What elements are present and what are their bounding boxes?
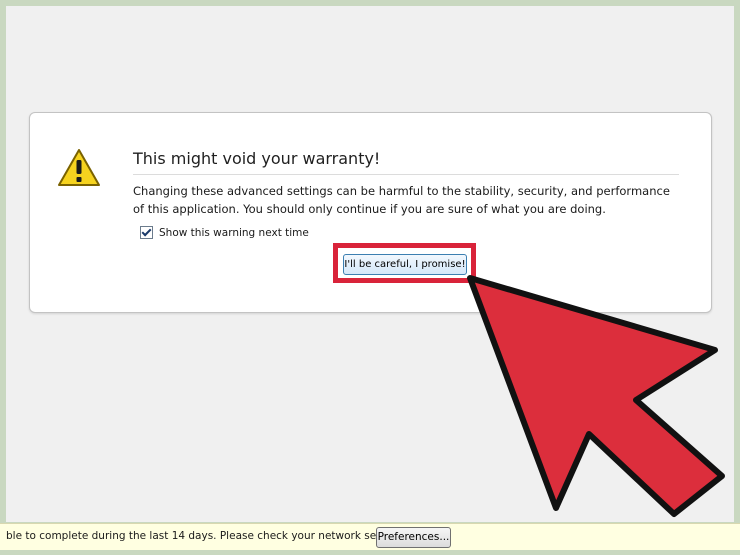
notification-bar: ble to complete during the last 14 days.… [0, 523, 740, 550]
dialog-description: Changing these advanced settings can be … [133, 184, 670, 216]
pointer-arrow-icon [467, 275, 725, 517]
dialog-title: This might void your warranty! [133, 149, 679, 175]
ill-be-careful-button[interactable]: I'll be careful, I promise! [343, 254, 467, 275]
warning-icon [58, 149, 100, 186]
show-warning-checkbox-row[interactable]: Show this warning next time [140, 226, 309, 239]
show-warning-label: Show this warning next time [159, 226, 309, 239]
preferences-button[interactable]: Preferences... [376, 527, 451, 548]
show-warning-checkbox[interactable] [140, 226, 153, 239]
notification-message: ble to complete during the last 14 days.… [6, 530, 410, 542]
